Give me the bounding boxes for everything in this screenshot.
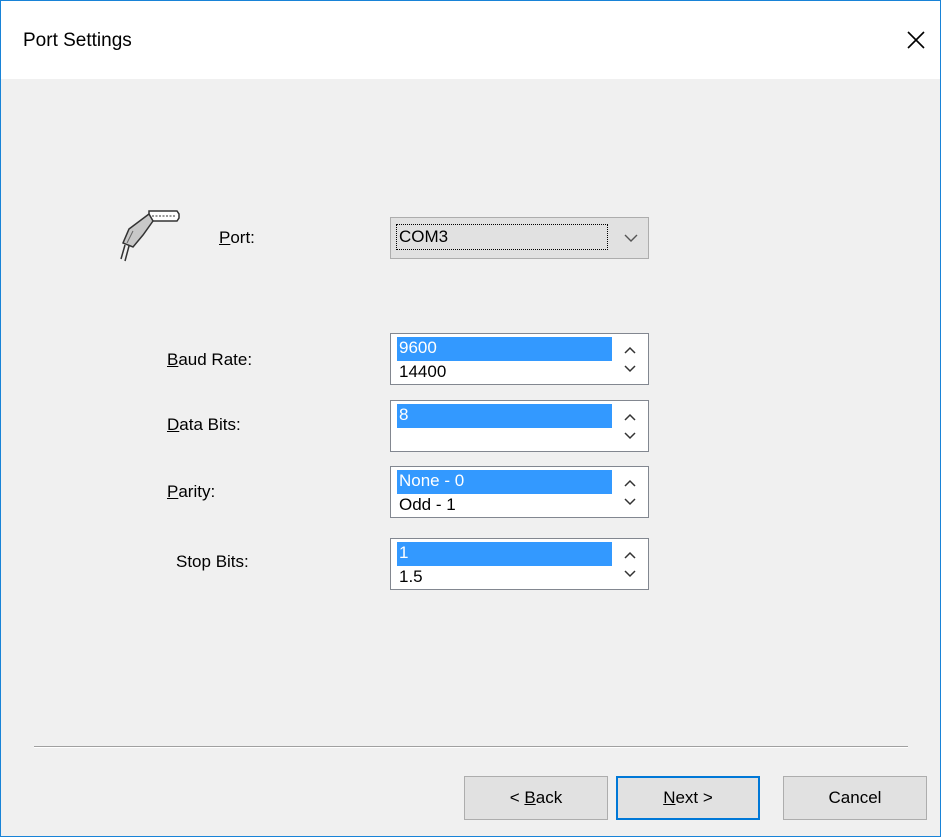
close-icon	[907, 31, 925, 49]
stop-bits-listbox[interactable]: 1 1.5	[390, 538, 649, 590]
list-item[interactable]: 1	[397, 542, 612, 566]
chevron-down-icon	[624, 365, 636, 373]
port-dropdown-value: COM3	[396, 224, 608, 250]
back-button-prefix: <	[509, 788, 525, 807]
chevron-up-icon	[624, 346, 636, 354]
list-item[interactable]: None - 0	[397, 470, 612, 494]
next-button[interactable]: Next >	[616, 776, 760, 820]
data-bits-label: Data Bits:	[167, 415, 241, 435]
next-button-mnemonic: N	[663, 788, 676, 807]
baud-rate-label: Baud Rate:	[167, 350, 252, 370]
baud-rate-listbox[interactable]: 9600 14400	[390, 333, 649, 385]
chevron-up-icon	[624, 413, 636, 421]
spin-up-button[interactable]	[622, 343, 638, 357]
chevron-down-icon	[624, 234, 638, 242]
chevron-up-icon	[624, 551, 636, 559]
spin-up-button[interactable]	[622, 476, 638, 490]
back-button-mnemonic: B	[524, 788, 536, 807]
back-button[interactable]: < Back	[464, 776, 608, 820]
cancel-button[interactable]: Cancel	[783, 776, 927, 820]
port-label-mnemonic: P	[219, 228, 231, 247]
next-button-rest: ext >	[675, 788, 713, 807]
spin-up-button[interactable]	[622, 410, 638, 424]
chevron-up-icon	[624, 479, 636, 487]
spin-down-button[interactable]	[622, 567, 638, 581]
port-label: Port:	[219, 228, 255, 248]
data-bits-label-rest: ata Bits:	[179, 415, 241, 434]
chevron-down-icon	[624, 498, 636, 506]
stop-bits-label: Stop Bits:	[176, 552, 249, 571]
port-dropdown[interactable]: COM3	[390, 217, 649, 259]
spin-down-button[interactable]	[622, 429, 638, 443]
serial-connector-icon	[120, 210, 180, 262]
back-button-rest: ack	[535, 788, 563, 807]
separator	[34, 746, 908, 748]
list-item[interactable]: 14400	[397, 361, 612, 381]
parity-label-rest: arity:	[178, 482, 216, 501]
parity-label-mnemonic: P	[167, 482, 179, 501]
port-settings-dialog: Port Settings Port: COM3 Baud Rate: 9600…	[0, 0, 941, 837]
list-item[interactable]: 8	[397, 404, 612, 428]
spin-up-button[interactable]	[622, 548, 638, 562]
close-button[interactable]	[892, 17, 940, 63]
port-label-rest: ort:	[230, 228, 255, 247]
chevron-down-icon	[624, 570, 636, 578]
chevron-down-icon	[624, 432, 636, 440]
list-item[interactable]: 1.5	[397, 566, 612, 586]
list-item[interactable]: 9600	[397, 337, 612, 361]
spin-down-button[interactable]	[622, 362, 638, 376]
title-bar: Port Settings	[1, 1, 940, 79]
window-title: Port Settings	[23, 30, 132, 51]
list-item[interactable]: Odd - 1	[397, 494, 612, 514]
spin-down-button[interactable]	[622, 495, 638, 509]
data-bits-label-mnemonic: D	[167, 415, 180, 434]
data-bits-listbox[interactable]: 8	[390, 400, 649, 452]
parity-label: Parity:	[167, 482, 215, 502]
baud-rate-label-mnemonic: B	[167, 350, 179, 369]
baud-rate-label-rest: aud Rate:	[178, 350, 253, 369]
dialog-content: Port: COM3 Baud Rate: 9600 14400 Data Bi…	[1, 79, 940, 836]
parity-listbox[interactable]: None - 0 Odd - 1	[390, 466, 649, 518]
